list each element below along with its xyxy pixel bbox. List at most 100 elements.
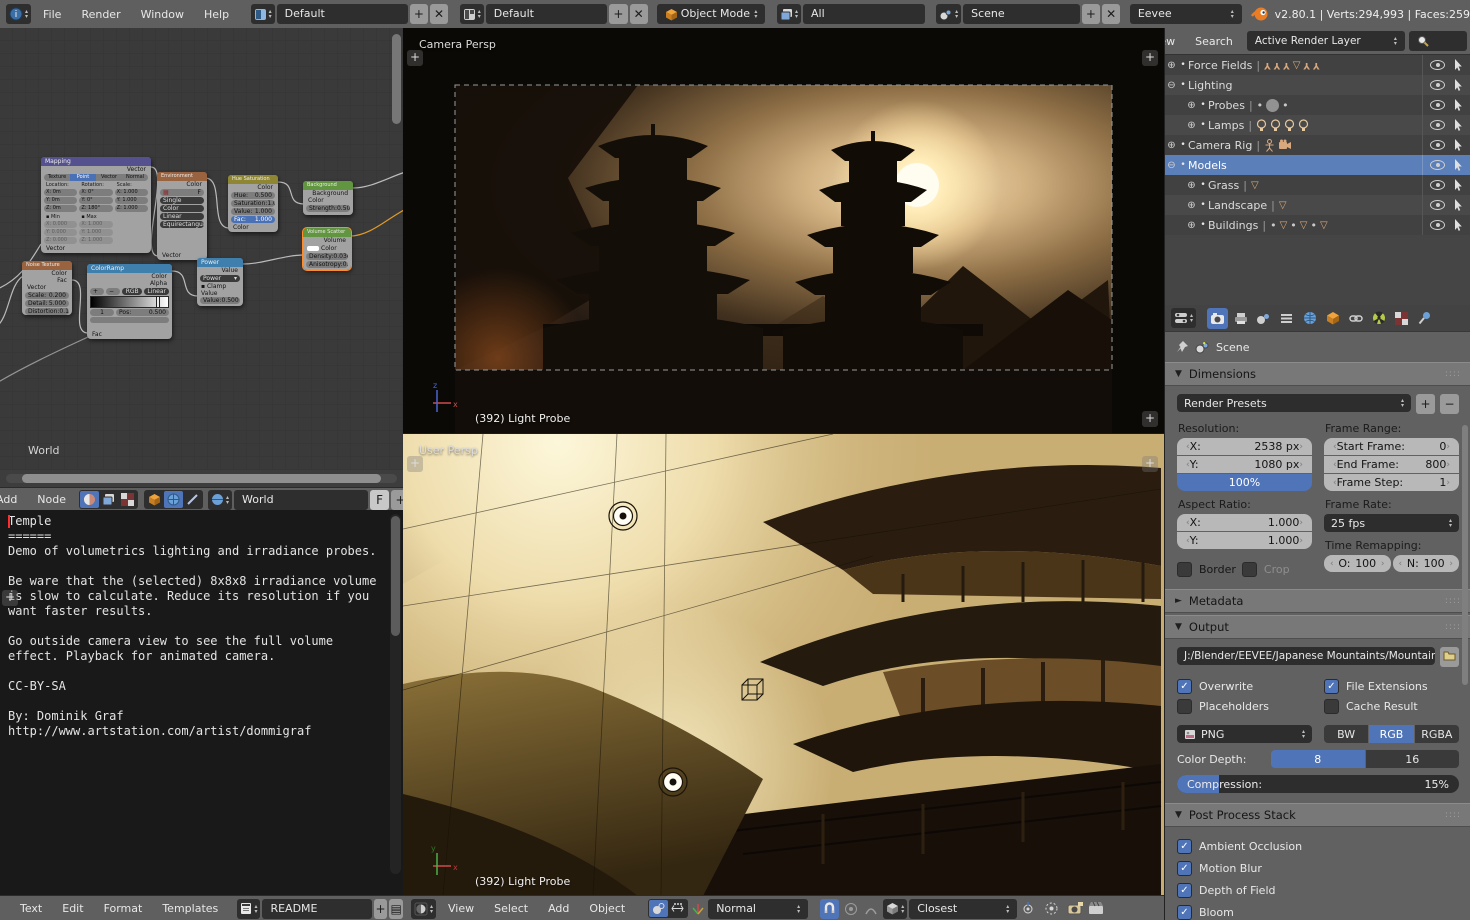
tab-view-layer[interactable] [1276,308,1297,329]
checkbox[interactable] [1242,562,1257,577]
node-colorramp[interactable]: ColorRamp Color Alpha + − RGB Linear 1 P… [87,264,172,339]
display-filter-field[interactable]: All [803,4,925,24]
ramp-mode[interactable]: RGB [122,288,142,295]
selectability-cursor-icon[interactable] [1453,139,1463,151]
editor-type-button[interactable]: i ▴▾ [6,4,31,24]
file-extensions-checkbox-row[interactable]: ✓File Extensions [1324,676,1459,696]
node-mapping[interactable]: Mapping Vector TexturePointVectorNormal … [41,157,151,253]
visibility-eye-icon[interactable] [1430,120,1445,130]
menu-format[interactable]: Format [94,902,153,915]
new-text-button[interactable]: + [374,899,388,919]
fake-user-button[interactable]: F [370,490,389,510]
motion-blur-checkbox-row[interactable]: ✓Motion Blur [1177,857,1459,879]
checkbox-checked[interactable]: ✓ [1177,861,1192,876]
user-viewport-scene[interactable]: x y [403,434,1164,896]
menu-add[interactable]: Add [538,902,579,915]
viewport-user[interactable]: x y User Persp (392) Light Probe + + [403,433,1164,896]
checker-icon[interactable] [118,491,137,508]
panel-grip[interactable]: :::: [1445,369,1461,379]
resolution-scale-slider[interactable]: 100% [1177,474,1312,491]
frame-rate-dropdown[interactable]: 25 fps ▴▾ [1324,514,1459,532]
depth-8[interactable]: 8 [1271,750,1365,768]
proportional-edit-icon[interactable] [864,902,878,916]
editor-type-button[interactable]: ▴▾ [1171,308,1196,328]
panel-grip[interactable]: :::: [1445,622,1461,632]
outliner-row-grass[interactable]: ⊕• Grass| ▽ [1165,175,1470,195]
snap-peel-icon[interactable] [1044,901,1059,916]
properties-vscrollbar[interactable] [1462,425,1468,685]
selectability-cursor-icon[interactable] [1453,119,1463,131]
orientation-dropdown[interactable]: Normal ▴▾ [708,899,808,919]
ramp-position[interactable]: Pos:0.500 [116,309,169,316]
snap-target-dropdown[interactable]: Closest ▴▾ [909,899,1017,919]
menu-select[interactable]: Select [484,902,538,915]
menu-edit[interactable]: Edit [52,902,93,915]
scene-add-button[interactable]: + [1082,4,1100,24]
shader-node-editor[interactable]: Mapping Vector TexturePointVectorNormal … [0,28,404,470]
engine-dropdown[interactable]: Eevee ▴▾ [1130,4,1242,24]
node-hue-saturation-value[interactable]: Hue Saturation Value Color Hue:0.500 Sat… [228,175,278,232]
snap-toggle-button[interactable] [820,899,839,919]
file-browse-button[interactable] [1440,647,1459,667]
outliner-row-force-fields[interactable]: ⊕• Force Fields| YYY▽YY [1165,55,1470,75]
tab-texture[interactable] [1391,308,1412,329]
compression-slider[interactable]: Compression: 15% [1177,775,1459,793]
render-still-icon[interactable] [1067,901,1084,916]
resolution-y-field[interactable]: ‹Y:1080 px› [1177,456,1312,473]
pin-icon[interactable] [1175,340,1189,354]
node-volume-scatter[interactable]: Volume Scatter Volume Color Density:0.03… [303,228,351,270]
visibility-eye-icon[interactable] [1430,80,1445,90]
world-globe-icon[interactable] [164,491,183,508]
text-editor[interactable]: Temple ====== Demo of volumetrics lighti… [0,510,404,895]
node-environment-texture[interactable]: Environment Texture Color ▦F Single Imag… [157,172,207,260]
menu-help[interactable]: Help [194,8,239,21]
node-vscrollbar[interactable] [392,34,401,124]
region-expand-plus[interactable]: + [1142,411,1158,427]
tab-constraints[interactable] [1345,308,1366,329]
text-datablock-icon-button[interactable]: ▴▾ [237,899,260,919]
render-animation-icon[interactable] [1088,901,1105,916]
camera-viewport-scene[interactable]: x z [403,28,1164,433]
node-noise-texture[interactable]: Noise Texture Color Fac Vector Scale:0.2… [22,261,72,315]
time-remap-new-field[interactable]: ‹N:100› [1393,555,1460,572]
workspace-a-field[interactable]: Default [277,4,408,24]
tab-tool[interactable] [1414,308,1435,329]
text-datablock-field[interactable]: README [262,899,371,919]
workspace-a-delete-button[interactable]: ✕ [430,4,448,24]
outliner-row-camera-rig[interactable]: ⊕• Camera Rig| [1165,135,1470,155]
ramp-gradient-bar[interactable] [90,296,169,308]
workspace-icon-button[interactable]: ▴▾ [251,4,275,24]
color-swatch-row[interactable]: Color [303,244,351,252]
time-remap-old-field[interactable]: ‹O:100› [1324,555,1391,572]
selectability-cursor-icon[interactable] [1453,179,1463,191]
depth-of-field-checkbox-row[interactable]: ✓Depth of Field [1177,879,1459,901]
object-cube-icon[interactable] [145,491,164,508]
expand-icon[interactable]: ⊕ [1185,180,1198,191]
panel-header-dimensions[interactable]: ▼ Dimensions :::: [1165,362,1470,386]
tab-object[interactable] [1322,308,1343,329]
collapse-icon[interactable]: ⊖ [1165,80,1178,91]
scene-delete-button[interactable]: ✕ [1102,4,1120,24]
visibility-eye-icon[interactable] [1430,180,1445,190]
aspect-x-field[interactable]: ‹X:1.000› [1177,514,1312,531]
checkbox-checked[interactable]: ✓ [1177,883,1192,898]
render-presets-dropdown[interactable]: Render Presets ▴▾ [1177,394,1411,412]
color-mode-bw[interactable]: BW [1324,725,1368,743]
workspace-b-delete-button[interactable]: ✕ [630,4,648,24]
mapping-type-tabs[interactable]: TexturePointVectorNormal [44,174,148,181]
world-datablock-icon-button[interactable]: ▴▾ [208,490,232,510]
outliner-search-input[interactable] [1409,31,1467,51]
snap-element-icon-button[interactable]: ▴▾ [883,899,907,919]
menu-search[interactable]: Search [1185,35,1243,48]
menu-window[interactable]: Window [131,8,194,21]
origins-icon[interactable] [649,900,668,917]
color-depth-segmented[interactable]: 8 16 [1271,750,1459,768]
region-expand-plus[interactable]: + [1142,456,1158,472]
ambient-occlusion-checkbox-row[interactable]: ✓Ambient Occlusion [1177,835,1459,857]
selectability-cursor-icon[interactable] [1453,79,1463,91]
preset-remove-button[interactable]: − [1440,394,1459,414]
checkbox-checked[interactable]: ✓ [1177,905,1192,920]
color-mode-rgba[interactable]: RGBA [1415,725,1459,743]
max-checkbox[interactable]: ▪ Max [79,214,112,220]
end-frame-field[interactable]: ‹End Frame:800› [1324,456,1459,473]
